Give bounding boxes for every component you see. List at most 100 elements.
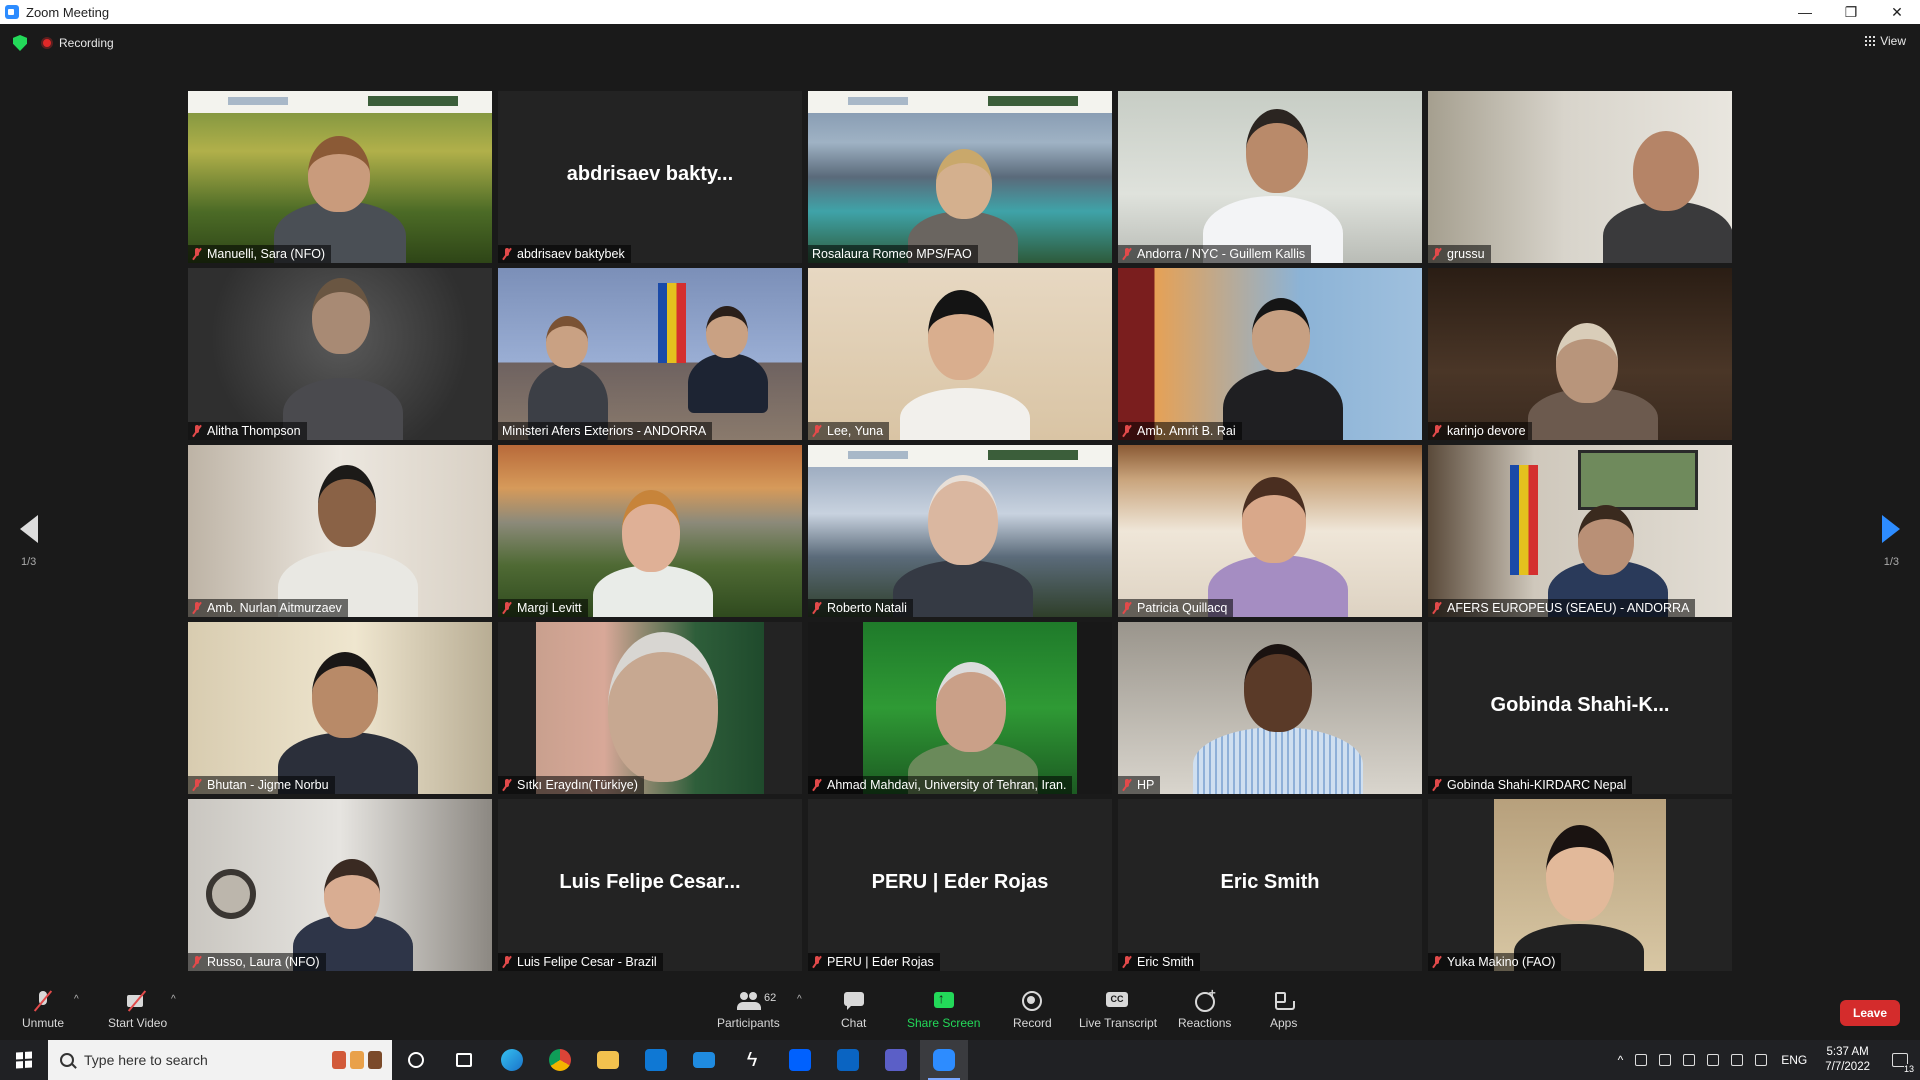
muted-mic-icon bbox=[1432, 425, 1442, 437]
taskbar-file-explorer[interactable] bbox=[584, 1040, 632, 1080]
taskbar-teams[interactable] bbox=[872, 1040, 920, 1080]
participant-tile[interactable]: Ministeri Afers Exteriors - ANDORRA bbox=[498, 268, 802, 440]
muted-mic-icon bbox=[192, 602, 202, 614]
cortana-button[interactable] bbox=[392, 1040, 440, 1080]
participant-tile-active-speaker[interactable]: Rosalaura Romeo MPS/FAO bbox=[808, 91, 1112, 263]
restore-button[interactable]: ❐ bbox=[1828, 0, 1874, 24]
reactions-button[interactable]: Reactions bbox=[1178, 980, 1231, 1040]
participant-display-name: Luis Felipe Cesar... bbox=[559, 871, 741, 893]
participant-name: Alitha Thompson bbox=[207, 424, 301, 438]
tray-app-icon[interactable] bbox=[1635, 1054, 1648, 1066]
taskbar-mail[interactable] bbox=[680, 1040, 728, 1080]
apps-button[interactable]: Apps bbox=[1270, 980, 1297, 1040]
participant-tile[interactable]: Lee, Yuna bbox=[808, 268, 1112, 440]
participants-icon bbox=[736, 990, 762, 1012]
taskbar-chrome[interactable] bbox=[536, 1040, 584, 1080]
taskbar-clock[interactable]: 5:37 AM 7/7/2022 bbox=[1825, 1045, 1870, 1075]
show-hidden-icons-chevron-icon[interactable]: ^ bbox=[1618, 1053, 1624, 1067]
participant-tile[interactable]: karinjo devore bbox=[1428, 268, 1732, 440]
taskbar-dropbox[interactable] bbox=[776, 1040, 824, 1080]
muted-mic-icon bbox=[812, 425, 822, 437]
action-center-button[interactable]: 13 bbox=[1880, 1040, 1920, 1080]
participant-tile[interactable]: Ahmad Mahdavi, University of Tehran, Ira… bbox=[808, 622, 1112, 794]
start-video-button[interactable]: Start Video bbox=[108, 980, 167, 1040]
teams-tray-icon[interactable] bbox=[1683, 1054, 1696, 1066]
participant-tile[interactable]: grussu bbox=[1428, 91, 1732, 263]
participant-tile[interactable]: Eric Smith Eric Smith bbox=[1118, 799, 1422, 971]
participant-tile[interactable]: Patricia Quillacq bbox=[1118, 445, 1422, 617]
participant-tile[interactable]: Bhutan - Jigme Norbu bbox=[188, 622, 492, 794]
participant-tile[interactable]: Amb. Nurlan Aitmurzaev bbox=[188, 445, 492, 617]
live-transcript-button[interactable]: Live Transcript bbox=[1079, 980, 1157, 1040]
participant-tile[interactable]: Roberto Natali bbox=[808, 445, 1112, 617]
window-title: Zoom Meeting bbox=[26, 4, 110, 20]
participant-name: Bhutan - Jigme Norbu bbox=[207, 778, 329, 792]
participant-tile[interactable]: Manuelli, Sara (NFO) bbox=[188, 91, 492, 263]
participant-name: Amb. Amrit B. Rai bbox=[1137, 424, 1236, 438]
participants-button[interactable]: Participants bbox=[717, 980, 780, 1040]
participant-video bbox=[1428, 268, 1732, 440]
chat-label: Chat bbox=[841, 1016, 867, 1030]
participant-tile[interactable]: HP bbox=[1118, 622, 1422, 794]
taskbar-store[interactable] bbox=[632, 1040, 680, 1080]
system-tray: ^ ENG 5:37 AM 7/7/2022 13 bbox=[1612, 1040, 1920, 1080]
muted-mic-icon bbox=[192, 779, 202, 791]
view-button[interactable]: View bbox=[1865, 34, 1906, 48]
close-button[interactable]: ✕ bbox=[1874, 0, 1920, 24]
search-highlight-icon bbox=[332, 1051, 382, 1069]
participant-tile[interactable]: Yuka Makino (FAO) bbox=[1428, 799, 1732, 971]
windows-logo-icon bbox=[16, 1051, 32, 1069]
previous-page-arrow-icon[interactable] bbox=[20, 515, 38, 543]
participant-tile[interactable]: AFERS EUROPEUS (SEAEU) - ANDORRA bbox=[1428, 445, 1732, 617]
outlook-icon bbox=[837, 1049, 859, 1071]
next-page-arrow-icon[interactable] bbox=[1882, 515, 1900, 543]
start-button[interactable] bbox=[0, 1040, 48, 1080]
muted-mic-icon bbox=[1122, 779, 1132, 791]
participant-tile[interactable]: Luis Felipe Cesar... Luis Felipe Cesar -… bbox=[498, 799, 802, 971]
participant-display-name: abdrisaev bakty... bbox=[566, 163, 734, 185]
participant-video bbox=[1118, 268, 1422, 440]
participants-options-caret-icon[interactable]: ^ bbox=[797, 994, 802, 1005]
participants-count-badge: 62 bbox=[764, 992, 777, 1004]
participant-video bbox=[1118, 622, 1422, 794]
muted-mic-icon bbox=[1122, 425, 1132, 437]
minimize-button[interactable]: — bbox=[1782, 0, 1828, 24]
input-language[interactable]: ENG bbox=[1781, 1053, 1807, 1067]
muted-mic-icon bbox=[1432, 248, 1442, 260]
share-screen-button[interactable]: Share Screen bbox=[907, 980, 980, 1040]
participant-tile[interactable]: Gobinda Shahi-K... Gobinda Shahi-KIRDARC… bbox=[1428, 622, 1732, 794]
live-transcript-label: Live Transcript bbox=[1079, 1016, 1158, 1030]
recording-indicator[interactable]: Recording bbox=[41, 36, 114, 50]
video-options-caret-icon[interactable]: ^ bbox=[171, 994, 176, 1005]
microphone-tray-icon[interactable] bbox=[1659, 1054, 1672, 1066]
participant-name: Andorra / NYC - Guillem Kallis bbox=[1137, 247, 1306, 261]
participant-tile[interactable]: Alitha Thompson bbox=[188, 268, 492, 440]
unmute-button[interactable]: Unmute bbox=[22, 980, 64, 1040]
participant-tile[interactable]: Amb. Amrit B. Rai bbox=[1118, 268, 1422, 440]
task-view-button[interactable] bbox=[440, 1040, 488, 1080]
participant-name: Sıtkı Eraydın(Türkiye) bbox=[517, 778, 638, 792]
taskbar-outlook[interactable] bbox=[824, 1040, 872, 1080]
audio-options-caret-icon[interactable]: ^ bbox=[74, 994, 79, 1005]
record-button[interactable]: Record bbox=[1013, 980, 1052, 1040]
participant-tile[interactable]: abdrisaev bakty... abdrisaev baktybek bbox=[498, 91, 802, 263]
chat-button[interactable]: Chat bbox=[841, 980, 866, 1040]
apps-label: Apps bbox=[1270, 1016, 1298, 1030]
participant-name: Rosalaura Romeo MPS/FAO bbox=[812, 247, 972, 261]
volume-icon[interactable] bbox=[1755, 1054, 1768, 1066]
battery-icon[interactable] bbox=[1707, 1054, 1720, 1066]
participant-tile[interactable]: Andorra / NYC - Guillem Kallis bbox=[1118, 91, 1422, 263]
taskbar-search-box[interactable]: Type here to search bbox=[48, 1040, 392, 1080]
participant-tile[interactable]: PERU | Eder Rojas PERU | Eder Rojas bbox=[808, 799, 1112, 971]
taskbar-edge[interactable] bbox=[488, 1040, 536, 1080]
participant-name: grussu bbox=[1447, 247, 1485, 261]
taskbar-app-bolt[interactable]: ϟ bbox=[728, 1040, 776, 1080]
encryption-shield-icon[interactable] bbox=[13, 35, 27, 51]
participant-tile[interactable]: Margi Levitt bbox=[498, 445, 802, 617]
muted-mic-icon bbox=[1432, 602, 1442, 614]
taskbar-zoom[interactable] bbox=[920, 1040, 968, 1080]
wifi-icon[interactable] bbox=[1731, 1054, 1744, 1066]
participant-tile[interactable]: Sıtkı Eraydın(Türkiye) bbox=[498, 622, 802, 794]
leave-button[interactable]: Leave bbox=[1840, 1000, 1900, 1026]
participant-tile[interactable]: Russo, Laura (NFO) bbox=[188, 799, 492, 971]
